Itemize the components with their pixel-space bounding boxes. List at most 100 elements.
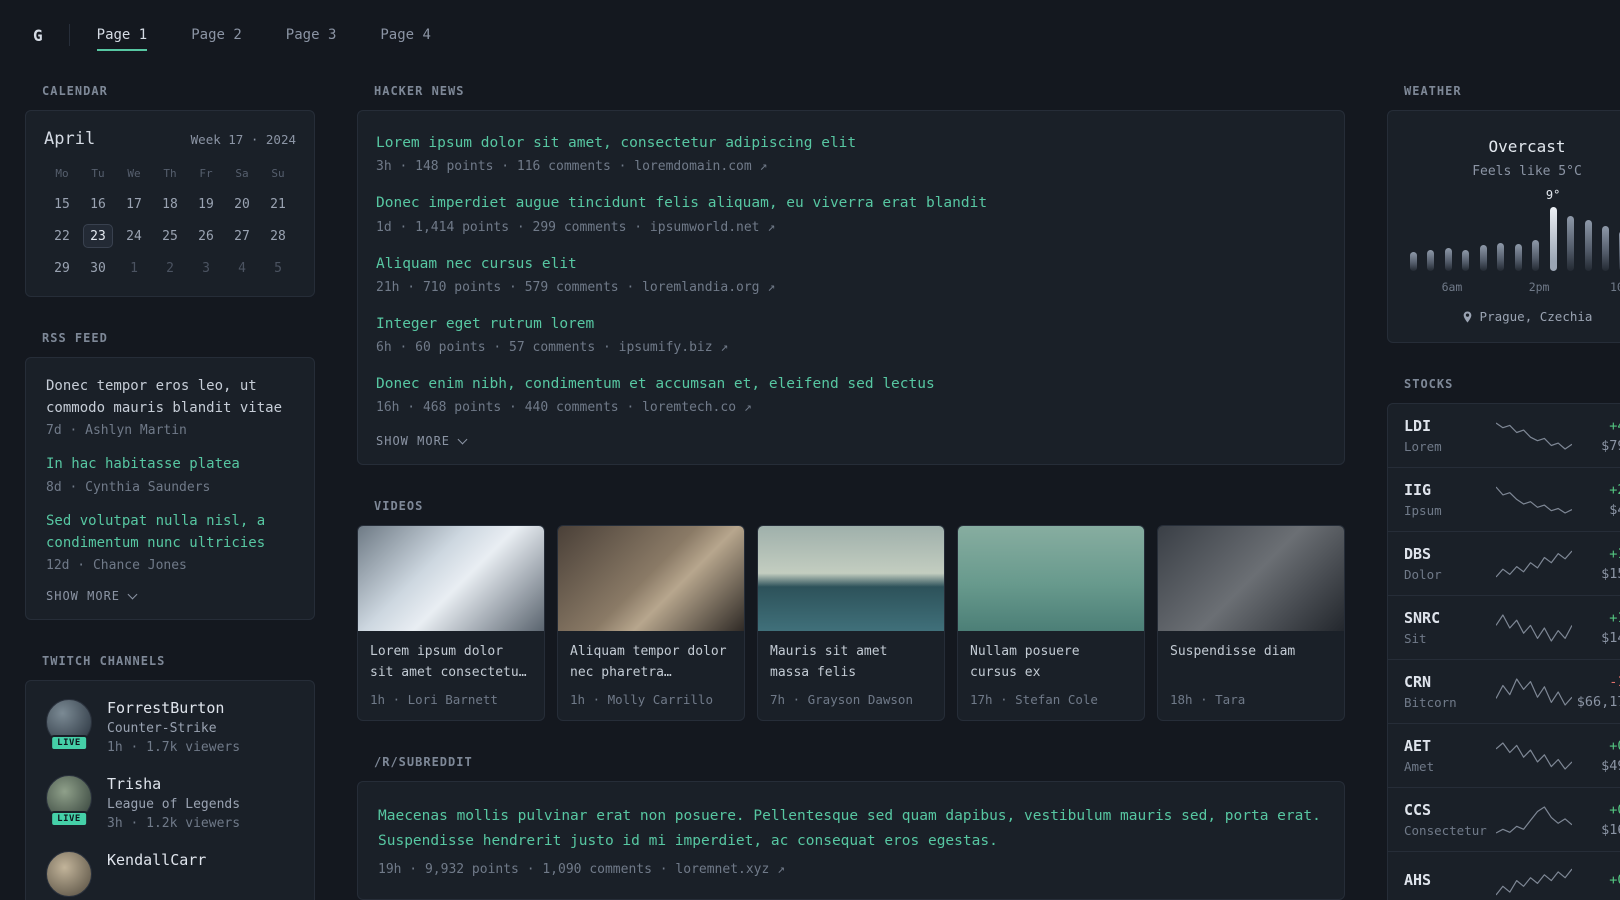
video-title[interactable]: Suspendisse diam [1170, 642, 1332, 684]
reddit-post-title[interactable]: Maecenas mollis pulvinar erat non posuer… [378, 804, 1324, 853]
stock-sparkline [1496, 675, 1572, 709]
stock-name: Consectetur [1404, 823, 1487, 838]
twitch-channel[interactable]: LIVE Trisha League of Legends 3h · 1.2k … [46, 775, 294, 831]
hn-item-meta: 16h · 468 points · 440 comments · loremt… [376, 400, 752, 416]
video-meta: 18h · Tara [1170, 692, 1246, 708]
hn-item-title[interactable]: Donec enim nibh, condimentum et accumsan… [376, 374, 1326, 394]
stock-symbol[interactable]: AHS [1404, 871, 1496, 889]
stock-symbol[interactable]: CCS [1404, 801, 1496, 819]
calendar-day: 15 [54, 196, 70, 212]
hn-item-title[interactable]: Integer eget rutrum lorem [376, 314, 1326, 334]
stock-name: Lorem [1404, 439, 1442, 454]
calendar-day: 4 [238, 260, 246, 276]
stock-row[interactable]: CRN Bitcorn -1.00% $66,171.48 [1388, 659, 1620, 723]
weekday-label: We [127, 167, 141, 180]
video-title[interactable]: Aliquam tempor dolor nec pharetra… [570, 642, 732, 684]
stock-name: Dolor [1404, 567, 1442, 582]
rss-item-title[interactable]: Sed volutpat nulla nisl, a condimentum n… [46, 511, 294, 554]
channel-game: League of Legends [107, 797, 241, 813]
live-badge: LIVE [50, 735, 88, 752]
stock-sparkline [1496, 483, 1572, 517]
weather-highlight-temp: 9° [1545, 188, 1561, 202]
channel-name[interactable]: ForrestBurton [107, 699, 240, 717]
hn-item[interactable]: Donec enim nibh, condimentum et accumsan… [376, 374, 1326, 415]
video-card[interactable]: Aliquam tempor dolor nec pharetra… 1h · … [557, 525, 745, 722]
twitch-channel[interactable]: KendallCarr [46, 851, 294, 898]
stock-symbol[interactable]: CRN [1404, 673, 1496, 691]
calendar-day: 18 [162, 196, 178, 212]
stock-sparkline [1496, 865, 1572, 899]
hn-item[interactable]: Donec imperdiet augue tincidunt felis al… [376, 193, 1326, 234]
stock-symbol[interactable]: IIG [1404, 481, 1496, 499]
video-title[interactable]: Lorem ipsum dolor sit amet consectetu… [370, 642, 532, 684]
videos-carousel[interactable]: Lorem ipsum dolor sit amet consectetu… 1… [357, 525, 1345, 722]
calendar-day: 1 [130, 260, 138, 276]
rss-item-title[interactable]: In hac habitasse platea [46, 454, 294, 476]
calendar-header-row: April Week 17 · 2024 [44, 129, 296, 149]
stock-row[interactable]: IIG Ipsum +2.84% $42.04 [1388, 467, 1620, 531]
rss-item-title[interactable]: Donec tempor eros leo, ut commodo mauris… [46, 376, 294, 419]
weather-bar [1532, 240, 1540, 271]
stock-row[interactable]: AHS +0.46% [1388, 851, 1620, 900]
show-more-label: SHOW MORE [46, 589, 121, 604]
weather-bar [1462, 250, 1470, 271]
stock-symbol[interactable]: LDI [1404, 417, 1496, 435]
hn-item[interactable]: Lorem ipsum dolor sit amet, consectetur … [376, 133, 1326, 174]
stock-name: Ipsum [1404, 503, 1442, 518]
hn-item-title[interactable]: Lorem ipsum dolor sit amet, consectetur … [376, 133, 1326, 153]
weather-bar [1497, 243, 1505, 271]
video-title[interactable]: Nullam posuere cursus ex [970, 642, 1132, 684]
channel-meta: 3h · 1.2k viewers [107, 816, 241, 832]
hn-item-title[interactable]: Donec imperdiet augue tincidunt felis al… [376, 193, 1326, 213]
tab-page-3[interactable]: Page 3 [286, 20, 337, 51]
rss-show-more-button[interactable]: SHOW MORE [46, 589, 294, 603]
stock-row[interactable]: LDI Lorem +4.35% $795.18 [1388, 404, 1620, 467]
hn-item[interactable]: Integer eget rutrum lorem 6h · 60 points… [376, 314, 1326, 355]
calendar-day: 16 [90, 196, 106, 212]
video-title[interactable]: Mauris sit amet massa felis [770, 642, 932, 684]
twitch-channel[interactable]: LIVE ForrestBurton Counter-Strike 1h · 1… [46, 699, 294, 755]
channel-name[interactable]: KendallCarr [107, 851, 206, 869]
right-column: WEATHER Overcast Feels like 5°C 9° 6am 2… [1387, 84, 1620, 900]
videos-section-title: VIDEOS [374, 499, 424, 514]
calendar-section-title: CALENDAR [42, 84, 108, 98]
calendar-day: 23 [83, 224, 113, 248]
twitch-card: LIVE ForrestBurton Counter-Strike 1h · 1… [25, 680, 315, 900]
calendar-day: 24 [126, 228, 142, 244]
stock-change: +2.84% [1609, 481, 1620, 498]
rss-item[interactable]: Donec tempor eros leo, ut commodo mauris… [46, 376, 294, 438]
hn-item[interactable]: Aliquam nec cursus elit 21h · 710 points… [376, 254, 1326, 295]
topbar-divider [68, 24, 70, 46]
weather-card: Overcast Feels like 5°C 9° 6am 2pm 10pm … [1387, 110, 1620, 343]
stock-sparkline [1496, 739, 1572, 773]
video-meta: 17h · Stefan Cole [970, 692, 1098, 708]
chevron-down-icon [457, 434, 468, 445]
twitch-section-title: TWITCH CHANNELS [42, 654, 166, 669]
calendar-day: 30 [90, 260, 106, 276]
video-card[interactable]: Lorem ipsum dolor sit amet consectetu… 1… [357, 525, 545, 722]
channel-name[interactable]: Trisha [107, 775, 240, 793]
stock-row[interactable]: CCS Consectetur +0.51% $165.84 [1388, 787, 1620, 851]
hn-item-title[interactable]: Aliquam nec cursus elit [376, 254, 1326, 274]
video-card[interactable]: Mauris sit amet massa felis 7h · Grayson… [757, 525, 945, 722]
video-card[interactable]: Nullam posuere cursus ex 17h · Stefan Co… [957, 525, 1145, 722]
hn-show-more-button[interactable]: SHOW MORE [376, 434, 1326, 448]
tab-page-2[interactable]: Page 2 [191, 20, 242, 51]
stock-symbol[interactable]: SNRC [1404, 609, 1496, 627]
video-card[interactable]: Suspendisse diam 18h · Tara [1157, 525, 1345, 722]
stock-sparkline [1496, 611, 1572, 645]
tab-page-4[interactable]: Page 4 [380, 20, 431, 51]
stock-row[interactable]: AET Amet +0.92% $499.72 [1388, 723, 1620, 787]
rss-item[interactable]: Sed volutpat nulla nisl, a condimentum n… [46, 511, 294, 573]
stock-row[interactable]: DBS Dolor +1.42% $156.28 [1388, 531, 1620, 595]
stock-row[interactable]: SNRC Sit +1.36% $148.64 [1388, 595, 1620, 659]
calendar-day: 19 [198, 196, 214, 212]
rss-item[interactable]: In hac habitasse platea 8d · Cynthia Sau… [46, 454, 294, 495]
app-logo[interactable]: G [33, 26, 43, 45]
stock-symbol[interactable]: AET [1404, 737, 1496, 755]
stock-symbol[interactable]: DBS [1404, 545, 1496, 563]
channel-avatar-image [46, 851, 92, 898]
twitch-widget: TWITCH CHANNELS LIVE ForrestBurton Count… [25, 654, 315, 900]
tab-page-1[interactable]: Page 1 [96, 20, 148, 51]
weather-bars: 9° [1406, 188, 1620, 271]
